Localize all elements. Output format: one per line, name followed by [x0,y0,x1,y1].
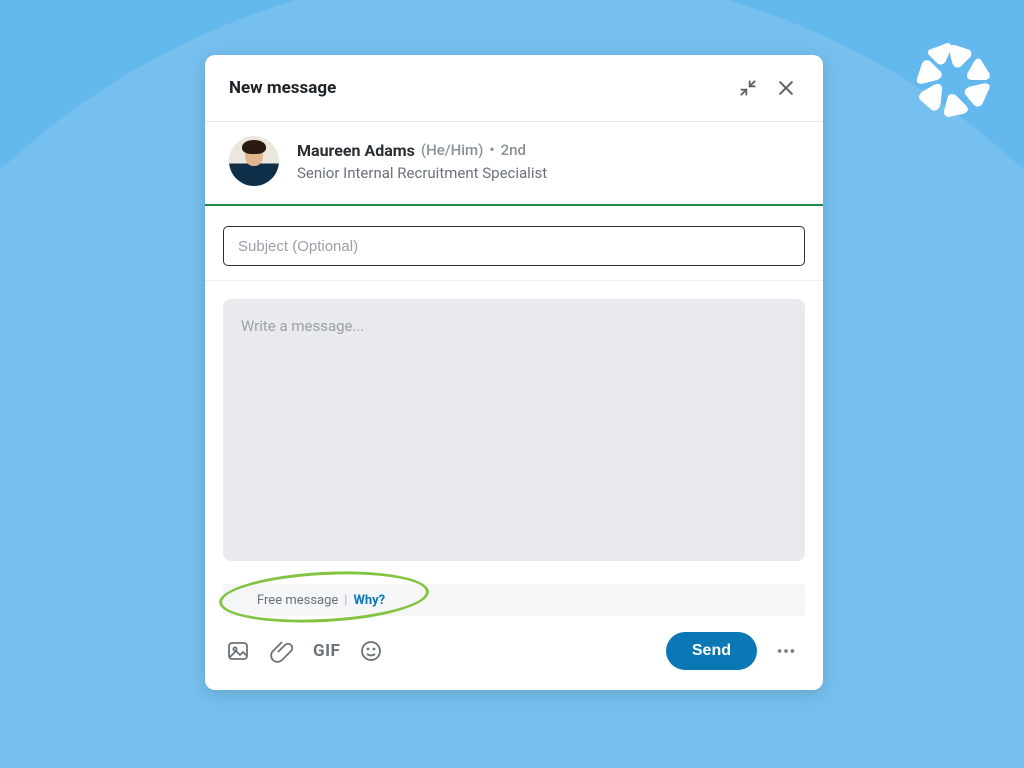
free-message-row: Free message | Why? [223,584,805,616]
toolbar: GIF [225,638,384,664]
recipient-info: Maureen Adams (He/Him) • 2nd Senior Inte… [297,141,547,182]
free-message-divider: | [344,593,347,608]
compose-window: New message Maureen Adams (He/Him) • 2nd [205,55,823,690]
attachment-icon[interactable] [269,638,295,664]
brand-logo-icon [912,38,996,122]
send-button[interactable]: Send [666,632,757,670]
compose-title: New message [229,78,725,98]
free-message-bar: Free message | Why? [223,584,805,616]
subject-section [205,206,823,281]
more-button[interactable] [769,634,803,668]
message-body-input[interactable] [223,299,805,561]
compose-header: New message [205,55,823,122]
close-button[interactable] [771,73,801,103]
free-message-label: Free message [257,593,338,608]
recipient-header-line: Maureen Adams (He/Him) • 2nd [297,141,547,160]
recipient-row: Maureen Adams (He/Him) • 2nd Senior Inte… [205,122,823,206]
body-section [205,281,823,566]
free-message-why-link[interactable]: Why? [353,593,385,608]
image-icon[interactable] [225,638,251,664]
avatar [229,136,279,186]
recipient-separator: • [489,141,494,159]
recipient-title: Senior Internal Recruitment Specialist [297,164,547,182]
gif-button[interactable]: GIF [313,641,340,661]
recipient-pronouns: (He/Him) [421,141,484,159]
recipient-name: Maureen Adams [297,141,415,160]
recipient-degree: 2nd [501,141,526,159]
minimize-button[interactable] [733,73,763,103]
compose-footer: GIF Send [205,616,823,690]
emoji-icon[interactable] [358,638,384,664]
subject-input[interactable] [223,226,805,266]
